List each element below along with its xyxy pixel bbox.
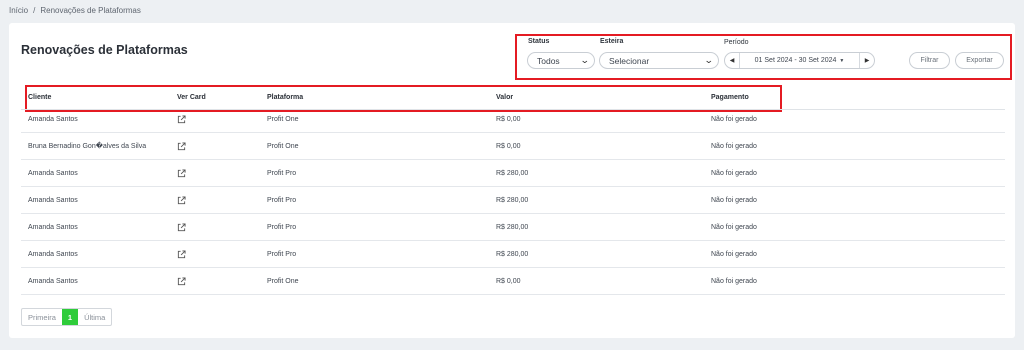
esteira-select[interactable]: Selecionar ⌄ — [599, 52, 719, 69]
chevron-down-icon: ⌄ — [580, 55, 591, 65]
cell-plataforma: Profit One — [267, 277, 299, 285]
cell-plataforma: Profit Pro — [267, 223, 297, 231]
page-title: Renovações de Plataformas — [21, 43, 188, 57]
periodo-range-text: 01 Set 2024 - 30 Set 2024 — [754, 57, 837, 64]
external-link-icon[interactable] — [177, 222, 186, 232]
cell-plataforma: Profit Pro — [267, 169, 297, 177]
pagination-last[interactable]: Última — [78, 309, 111, 325]
external-link-icon[interactable] — [177, 249, 186, 259]
periodo-label: Período — [724, 39, 749, 46]
table-row: Amanda Santos Profit Pro R$ 280,00 Não f… — [21, 160, 1005, 187]
cell-pagamento: Não foi gerado — [711, 196, 757, 204]
table-row: Amanda Santos Profit Pro R$ 280,00 Não f… — [21, 187, 1005, 214]
pagination-first[interactable]: Primeira — [22, 309, 62, 325]
status-select-value: Todos — [537, 55, 560, 66]
cell-valor: R$ 280,00 — [496, 250, 529, 258]
header-valor: Valor — [496, 94, 514, 101]
external-link-icon[interactable] — [177, 168, 186, 178]
cell-cliente: Amanda Santos — [28, 277, 78, 285]
caret-down-icon: ▼ — [839, 58, 845, 64]
esteira-select-value: Selecionar — [609, 55, 650, 66]
status-label: Status — [528, 38, 550, 45]
cell-pagamento: Não foi gerado — [711, 169, 757, 177]
cell-cliente: Amanda Santos — [28, 250, 78, 258]
esteira-label: Esteira — [600, 38, 624, 45]
cell-valor: R$ 280,00 — [496, 223, 529, 231]
pagination: Primeira 1 Última — [21, 308, 113, 326]
table-row: Amanda Santos Profit One R$ 0,00 Não foi… — [21, 106, 1005, 133]
cell-pagamento: Não foi gerado — [711, 277, 757, 285]
chevron-down-icon: ⌄ — [704, 55, 715, 65]
caret-left-icon[interactable]: ◀ — [725, 53, 740, 68]
external-link-icon[interactable] — [177, 276, 186, 286]
cell-valor: R$ 280,00 — [496, 196, 529, 204]
pagination-page-current[interactable]: 1 — [61, 309, 79, 325]
filtrar-button[interactable]: Filtrar — [909, 52, 950, 69]
header-pagamento: Pagamento — [711, 94, 749, 101]
cell-cliente: Amanda Santos — [28, 196, 78, 204]
cell-valor: R$ 0,00 — [496, 142, 521, 150]
breadcrumb-current: Renovações de Plataformas — [40, 6, 141, 15]
header-ver-card: Ver Card — [177, 94, 206, 101]
breadcrumb-separator: / — [33, 6, 36, 15]
table-row: Amanda Santos Profit One R$ 0,00 Não foi… — [21, 268, 1005, 295]
cell-valor: R$ 280,00 — [496, 169, 529, 177]
cell-cliente: Amanda Santos — [28, 223, 78, 231]
cell-cliente: Amanda Santos — [28, 115, 78, 123]
breadcrumb-home[interactable]: Início — [9, 6, 28, 15]
cell-plataforma: Profit One — [267, 115, 299, 123]
external-link-icon[interactable] — [177, 114, 186, 124]
cell-pagamento: Não foi gerado — [711, 142, 757, 150]
cell-valor: R$ 0,00 — [496, 115, 521, 123]
caret-right-icon[interactable]: ▶ — [859, 53, 874, 68]
table-row: Bruna Bernadino Gon�alves da Silva Profi… — [21, 133, 1005, 160]
header-plataforma: Plataforma — [267, 94, 304, 101]
cell-plataforma: Profit Pro — [267, 196, 297, 204]
breadcrumb: Início / Renovações de Plataformas — [9, 6, 141, 15]
periodo-picker[interactable]: ◀ 01 Set 2024 - 30 Set 2024 ▼ ▶ — [724, 52, 875, 69]
table-row: Amanda Santos Profit Pro R$ 280,00 Não f… — [21, 241, 1005, 268]
cell-plataforma: Profit Pro — [267, 250, 297, 258]
external-link-icon[interactable] — [177, 141, 186, 151]
cell-valor: R$ 0,00 — [496, 277, 521, 285]
cell-pagamento: Não foi gerado — [711, 115, 757, 123]
cell-pagamento: Não foi gerado — [711, 250, 757, 258]
exportar-button[interactable]: Exportar — [955, 52, 1004, 69]
cell-pagamento: Não foi gerado — [711, 223, 757, 231]
table-row: Amanda Santos Profit Pro R$ 280,00 Não f… — [21, 214, 1005, 241]
cell-plataforma: Profit One — [267, 142, 299, 150]
cell-cliente: Bruna Bernadino Gon�alves da Silva — [28, 143, 147, 150]
cell-cliente: Amanda Santos — [28, 169, 78, 177]
status-select[interactable]: Todos ⌄ — [527, 52, 595, 69]
header-cliente: Cliente — [28, 94, 52, 101]
external-link-icon[interactable] — [177, 195, 186, 205]
periodo-range[interactable]: 01 Set 2024 - 30 Set 2024 ▼ — [740, 57, 859, 64]
main-card: Renovações de Plataformas Status Todos ⌄… — [9, 23, 1015, 338]
